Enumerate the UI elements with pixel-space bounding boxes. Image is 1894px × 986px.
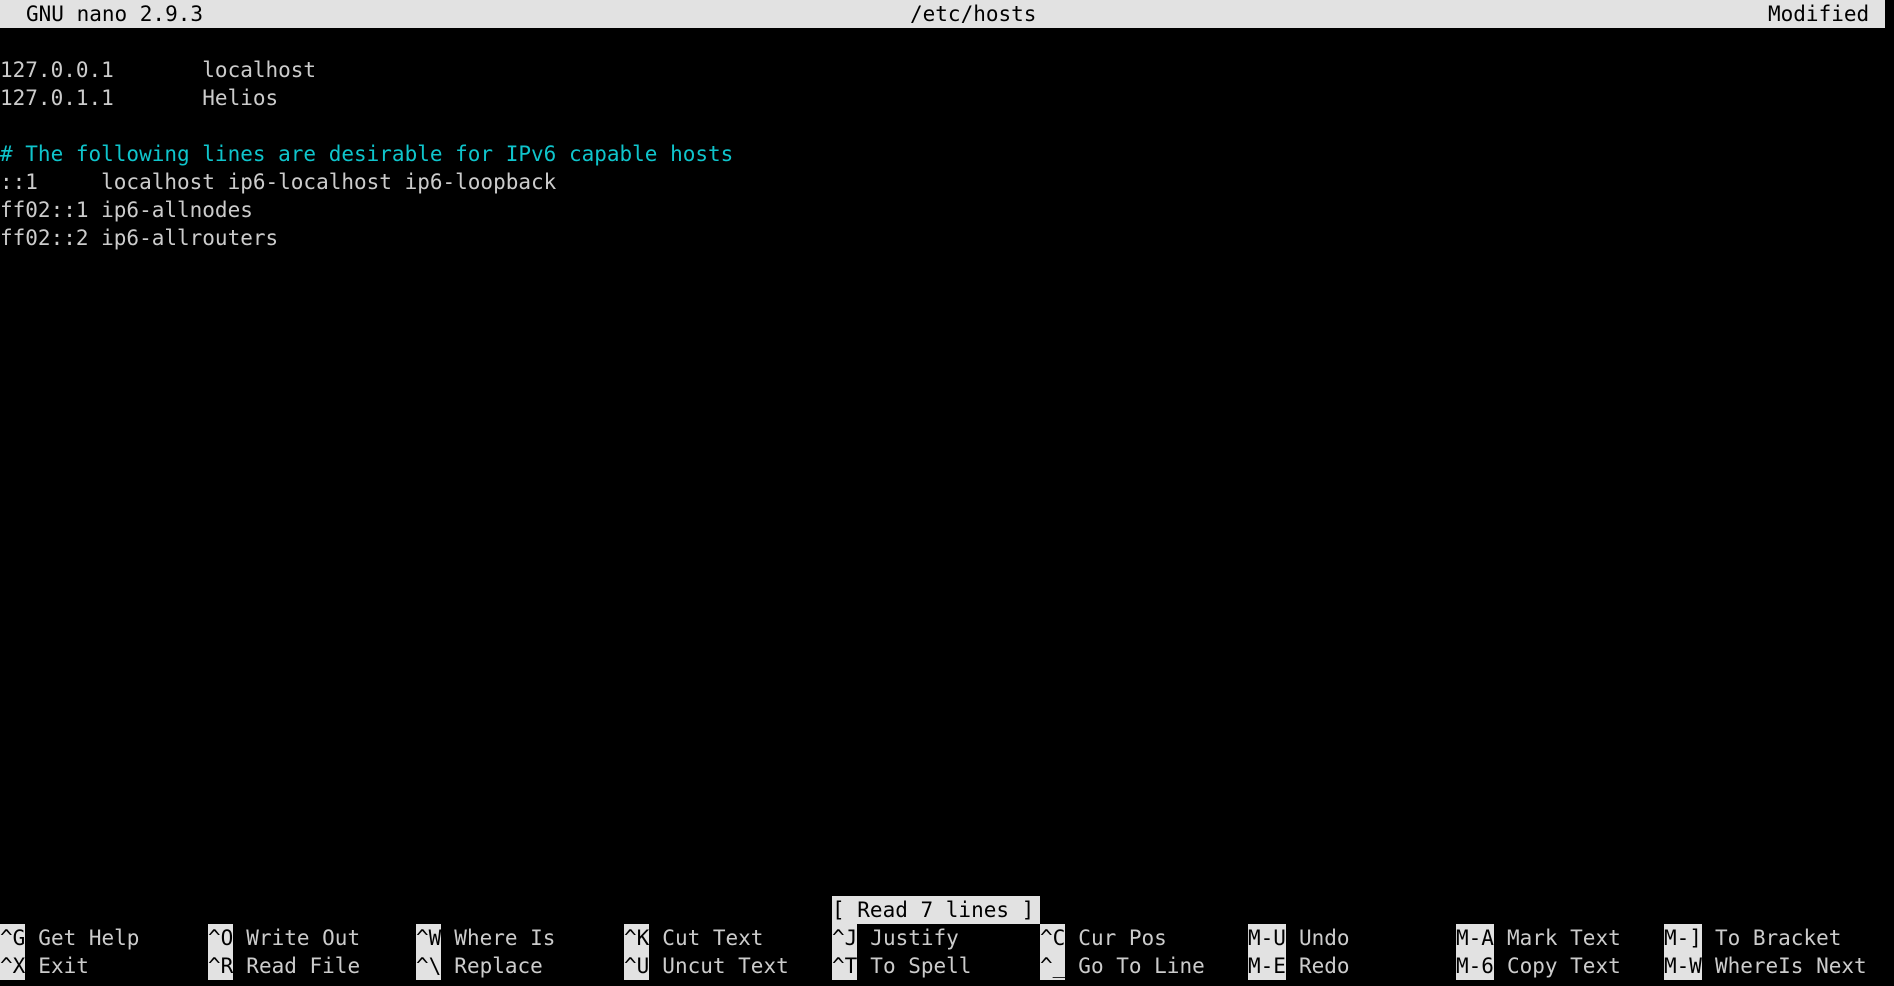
text-line[interactable] <box>0 112 733 140</box>
shortcut-label: Read File <box>246 954 361 978</box>
shortcut-label: Replace <box>454 954 543 978</box>
modified-indicator: Modified <box>1768 2 1870 26</box>
shortcut-label: Undo <box>1298 926 1350 950</box>
shortcut-label: Cut Text <box>662 926 764 950</box>
shortcut-label: Justify <box>870 926 959 950</box>
shortcut-key: M-U <box>1248 924 1286 952</box>
shortcut-key: M-] <box>1664 924 1702 952</box>
shortcut-key: M-E <box>1248 952 1286 980</box>
shortcut-key: M-6 <box>1456 952 1494 980</box>
text-line[interactable]: 127.0.0.1 localhost <box>0 56 733 84</box>
shortcut-key: M-W <box>1664 952 1702 980</box>
shortcut-label: Uncut Text <box>662 954 789 978</box>
shortcut-label: Copy Text <box>1506 954 1621 978</box>
shortcut-label: To Spell <box>870 954 972 978</box>
text-line[interactable]: ff02::1 ip6-allnodes <box>0 196 733 224</box>
shortcut-uncut-text[interactable]: ^U Uncut Text <box>624 952 789 980</box>
shortcut-key: ^U <box>624 952 650 980</box>
shortcut-get-help[interactable]: ^G Get Help <box>0 924 139 952</box>
shortcut-key: ^R <box>208 952 234 980</box>
shortcut-label: Mark Text <box>1506 926 1621 950</box>
app-version: GNU nano 2.9.3 <box>26 2 204 26</box>
text-line[interactable] <box>0 28 733 56</box>
shortcut-exit[interactable]: ^X Exit <box>0 952 89 980</box>
shortcut-label: Exit <box>38 954 89 978</box>
shortcut-replace[interactable]: ^\ Replace <box>416 952 543 980</box>
shortcut-label: To Bracket <box>1714 926 1842 950</box>
shortcut-undo[interactable]: M-U Undo <box>1248 924 1350 952</box>
shortcut-label: Go To Line <box>1078 954 1205 978</box>
shortcut-cut-text[interactable]: ^K Cut Text <box>624 924 763 952</box>
shortcut-where-is[interactable]: ^W Where Is <box>416 924 555 952</box>
shortcut-mark-text[interactable]: M-A Mark Text <box>1456 924 1621 952</box>
shortcut-key: ^G <box>0 924 26 952</box>
shortcut-copy-text[interactable]: M-6 Copy Text <box>1456 952 1621 980</box>
shortcut-key: ^C <box>1040 924 1066 952</box>
shortcut-key: ^_ <box>1040 952 1066 980</box>
shortcut-whereis-next[interactable]: M-W WhereIs Next <box>1664 952 1867 980</box>
shortcut-key: M-A <box>1456 924 1494 952</box>
shortcut-label: Where Is <box>454 926 556 950</box>
shortcut-redo[interactable]: M-E Redo <box>1248 952 1350 980</box>
shortcut-label: Redo <box>1298 954 1350 978</box>
shortcut-key: ^W <box>416 924 442 952</box>
shortcut-write-out[interactable]: ^O Write Out <box>208 924 360 952</box>
file-name: /etc/hosts <box>910 2 1037 26</box>
editor-area[interactable]: 127.0.0.1 localhost 127.0.1.1 Helios # The… <box>0 28 733 252</box>
shortcut-key: ^J <box>832 924 858 952</box>
shortcut-go-to-line[interactable]: ^_ Go To Line <box>1040 952 1205 980</box>
shortcut-key: ^O <box>208 924 234 952</box>
shortcut-label: Get Help <box>38 926 140 950</box>
shortcut-label: Write Out <box>246 926 361 950</box>
shortcut-read-file[interactable]: ^R Read File <box>208 952 360 980</box>
shortcut-cur-pos[interactable]: ^C Cur Pos <box>1040 924 1167 952</box>
shortcut-label: WhereIs Next <box>1714 954 1867 978</box>
text-line[interactable]: ::1 localhost ip6-localhost ip6-loopback <box>0 168 733 196</box>
shortcut-to-spell[interactable]: ^T To Spell <box>832 952 971 980</box>
shortcut-justify[interactable]: ^J Justify <box>832 924 959 952</box>
text-line[interactable]: 127.0.1.1 Helios <box>0 84 733 112</box>
shortcut-key: ^K <box>624 924 650 952</box>
comment-line[interactable]: # The following lines are desirable for … <box>0 140 733 168</box>
shortcut-key: ^X <box>0 952 26 980</box>
shortcut-to-bracket[interactable]: M-] To Bracket <box>1664 924 1841 952</box>
status-message: [ Read 7 lines ] <box>832 896 1040 924</box>
shortcut-label: Cur Pos <box>1078 926 1167 950</box>
text-line[interactable]: ff02::2 ip6-allrouters <box>0 224 733 252</box>
title-bar: GNU nano 2.9.3 /etc/hosts Modified <box>0 0 1885 28</box>
shortcut-key: ^T <box>832 952 858 980</box>
shortcut-key: ^\ <box>416 952 442 980</box>
